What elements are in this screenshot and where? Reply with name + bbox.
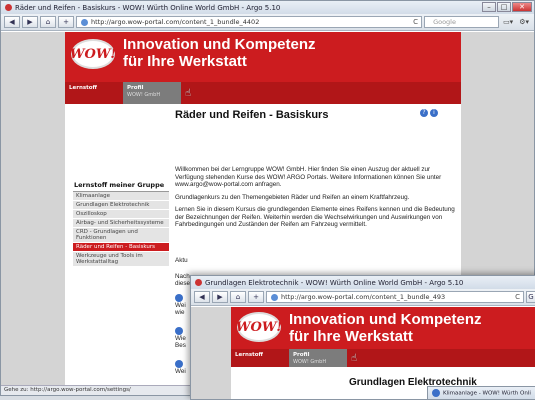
back-toolbar: ◀ ▶ ⌂ + http://argo.wow-portal.com/conte… — [1, 14, 534, 31]
sidebar-item-werkzeuge[interactable]: Werkzeuge und Tools im Werkstattalltag — [73, 252, 169, 267]
sidebar-item-elektrotechnik[interactable]: Grundlagen Elektrotechnik — [73, 201, 169, 210]
home-icon[interactable]: ⌂ — [40, 16, 56, 28]
front-toolbar: ◀ ▶ ⌂ + http://argo.wow-portal.com/conte… — [191, 289, 535, 306]
front-address-bar[interactable]: http://argo.wow-portal.com/content_1_bun… — [266, 291, 524, 303]
maximize-button[interactable]: □ — [497, 2, 511, 12]
back-title-bar: Räder und Reifen - Basiskurs - WOW! Würt… — [1, 1, 534, 14]
front-header: WOW! Innovation und Kompetenz für Ihre W… — [231, 307, 535, 349]
wow-logo: WOW! — [70, 39, 116, 69]
back-sidebar: Lernstoff meiner Gruppe Klimaanlage Grun… — [73, 179, 169, 267]
add-tab-icon[interactable]: + — [248, 291, 264, 303]
sidebar-item-crd[interactable]: CRD - Grundlagen und Funktionen — [73, 228, 169, 243]
sidebar-item-airbag[interactable]: Airbag- und Sicherheitssysteme — [73, 219, 169, 228]
course-summary: Grundlagenkurs zu den Themengebieten Räd… — [175, 193, 410, 201]
front-nav-bar: Lernstoff Profil WOW! GmbH — [231, 349, 535, 367]
close-button[interactable]: ✕ — [512, 2, 532, 12]
wow-logo: WOW! — [236, 312, 282, 342]
intro-paragraph: Willkommen bei der Lerngruppe WOW! GmbH.… — [175, 166, 442, 188]
course-icon — [175, 326, 183, 335]
course-icon — [175, 359, 183, 368]
back-window-title: Räder und Reifen - Basiskurs - WOW! Würt… — [15, 3, 281, 12]
sidebar-item-raeder-reifen[interactable]: Räder und Reifen - Basiskurs — [73, 243, 169, 252]
search-icon[interactable]: G — [526, 291, 535, 303]
front-url: http://argo.wow-portal.com/content_1_bun… — [281, 292, 446, 301]
back-content: Willkommen bei der Lerngruppe WOW! GmbH.… — [175, 166, 455, 234]
hand-cursor-icon: ☝ — [185, 88, 192, 99]
page-menu-icon[interactable]: ▭▾ — [501, 18, 515, 26]
front-browser-window: Grundlagen Elektrotechnik - WOW! Würth O… — [190, 275, 535, 400]
info-icon[interactable]: i — [430, 109, 438, 117]
refresh-icon[interactable]: C — [515, 292, 520, 303]
app-icon — [5, 4, 12, 11]
sidebar-item-klimaanlage[interactable]: Klimaanlage — [73, 192, 169, 201]
nav-lernstoff[interactable]: Lernstoff — [231, 349, 289, 367]
back-nav-back-icon[interactable]: ◀ — [4, 16, 20, 28]
help-icon[interactable]: ? — [420, 109, 428, 117]
search-input[interactable]: Google — [424, 16, 500, 28]
front-header-tagline: Innovation und Kompetenz für Ihre Werkst… — [289, 311, 482, 345]
hand-cursor-icon: ☝ — [351, 353, 358, 364]
back-url: http://argo.wow-portal.com/content_1_bun… — [91, 17, 260, 26]
back-address-bar[interactable]: http://argo.wow-portal.com/content_1_bun… — [76, 16, 423, 28]
front-title-bar: Grundlagen Elektrotechnik - WOW! Würth O… — [191, 276, 535, 289]
sidebar-title: Lernstoff meiner Gruppe — [73, 179, 169, 192]
back-header-tagline: Innovation und Kompetenz für Ihre Werkst… — [123, 36, 316, 70]
front-window-title: Grundlagen Elektrotechnik - WOW! Würth O… — [205, 278, 464, 287]
app-icon — [195, 279, 202, 286]
nav-profil[interactable]: Profil WOW! GmbH — [289, 349, 347, 367]
globe-icon — [81, 18, 88, 26]
minimized-window-klimaanlage[interactable]: Klimaanlage - WOW! Würth Onli — [427, 386, 535, 399]
course-icon — [175, 293, 183, 302]
tools-menu-icon[interactable]: ⚙▾ — [517, 18, 531, 26]
nav-lernstoff[interactable]: Lernstoff — [65, 82, 123, 104]
globe-icon — [271, 293, 278, 301]
course-description: Lernen Sie in diesem Kursus die grundleg… — [175, 206, 455, 228]
home-icon[interactable]: ⌂ — [230, 291, 246, 303]
back-help-icons: ? i — [420, 109, 438, 117]
refresh-icon[interactable]: C — [413, 17, 418, 28]
minimize-button[interactable]: – — [482, 2, 496, 12]
nav-profil[interactable]: Profil WOW! GmbH — [123, 82, 181, 104]
add-tab-icon[interactable]: + — [58, 16, 74, 28]
front-forward-icon[interactable]: ▶ — [212, 291, 228, 303]
back-header: WOW! Innovation und Kompetenz für Ihre W… — [65, 32, 461, 82]
back-page-title: Räder und Reifen - Basiskurs — [175, 109, 329, 121]
sidebar-item-oszilloskop[interactable]: Oszilloskop — [73, 210, 169, 219]
front-back-icon[interactable]: ◀ — [194, 291, 210, 303]
back-nav-forward-icon[interactable]: ▶ — [22, 16, 38, 28]
back-nav-bar: Lernstoff Profil WOW! GmbH — [65, 82, 461, 104]
